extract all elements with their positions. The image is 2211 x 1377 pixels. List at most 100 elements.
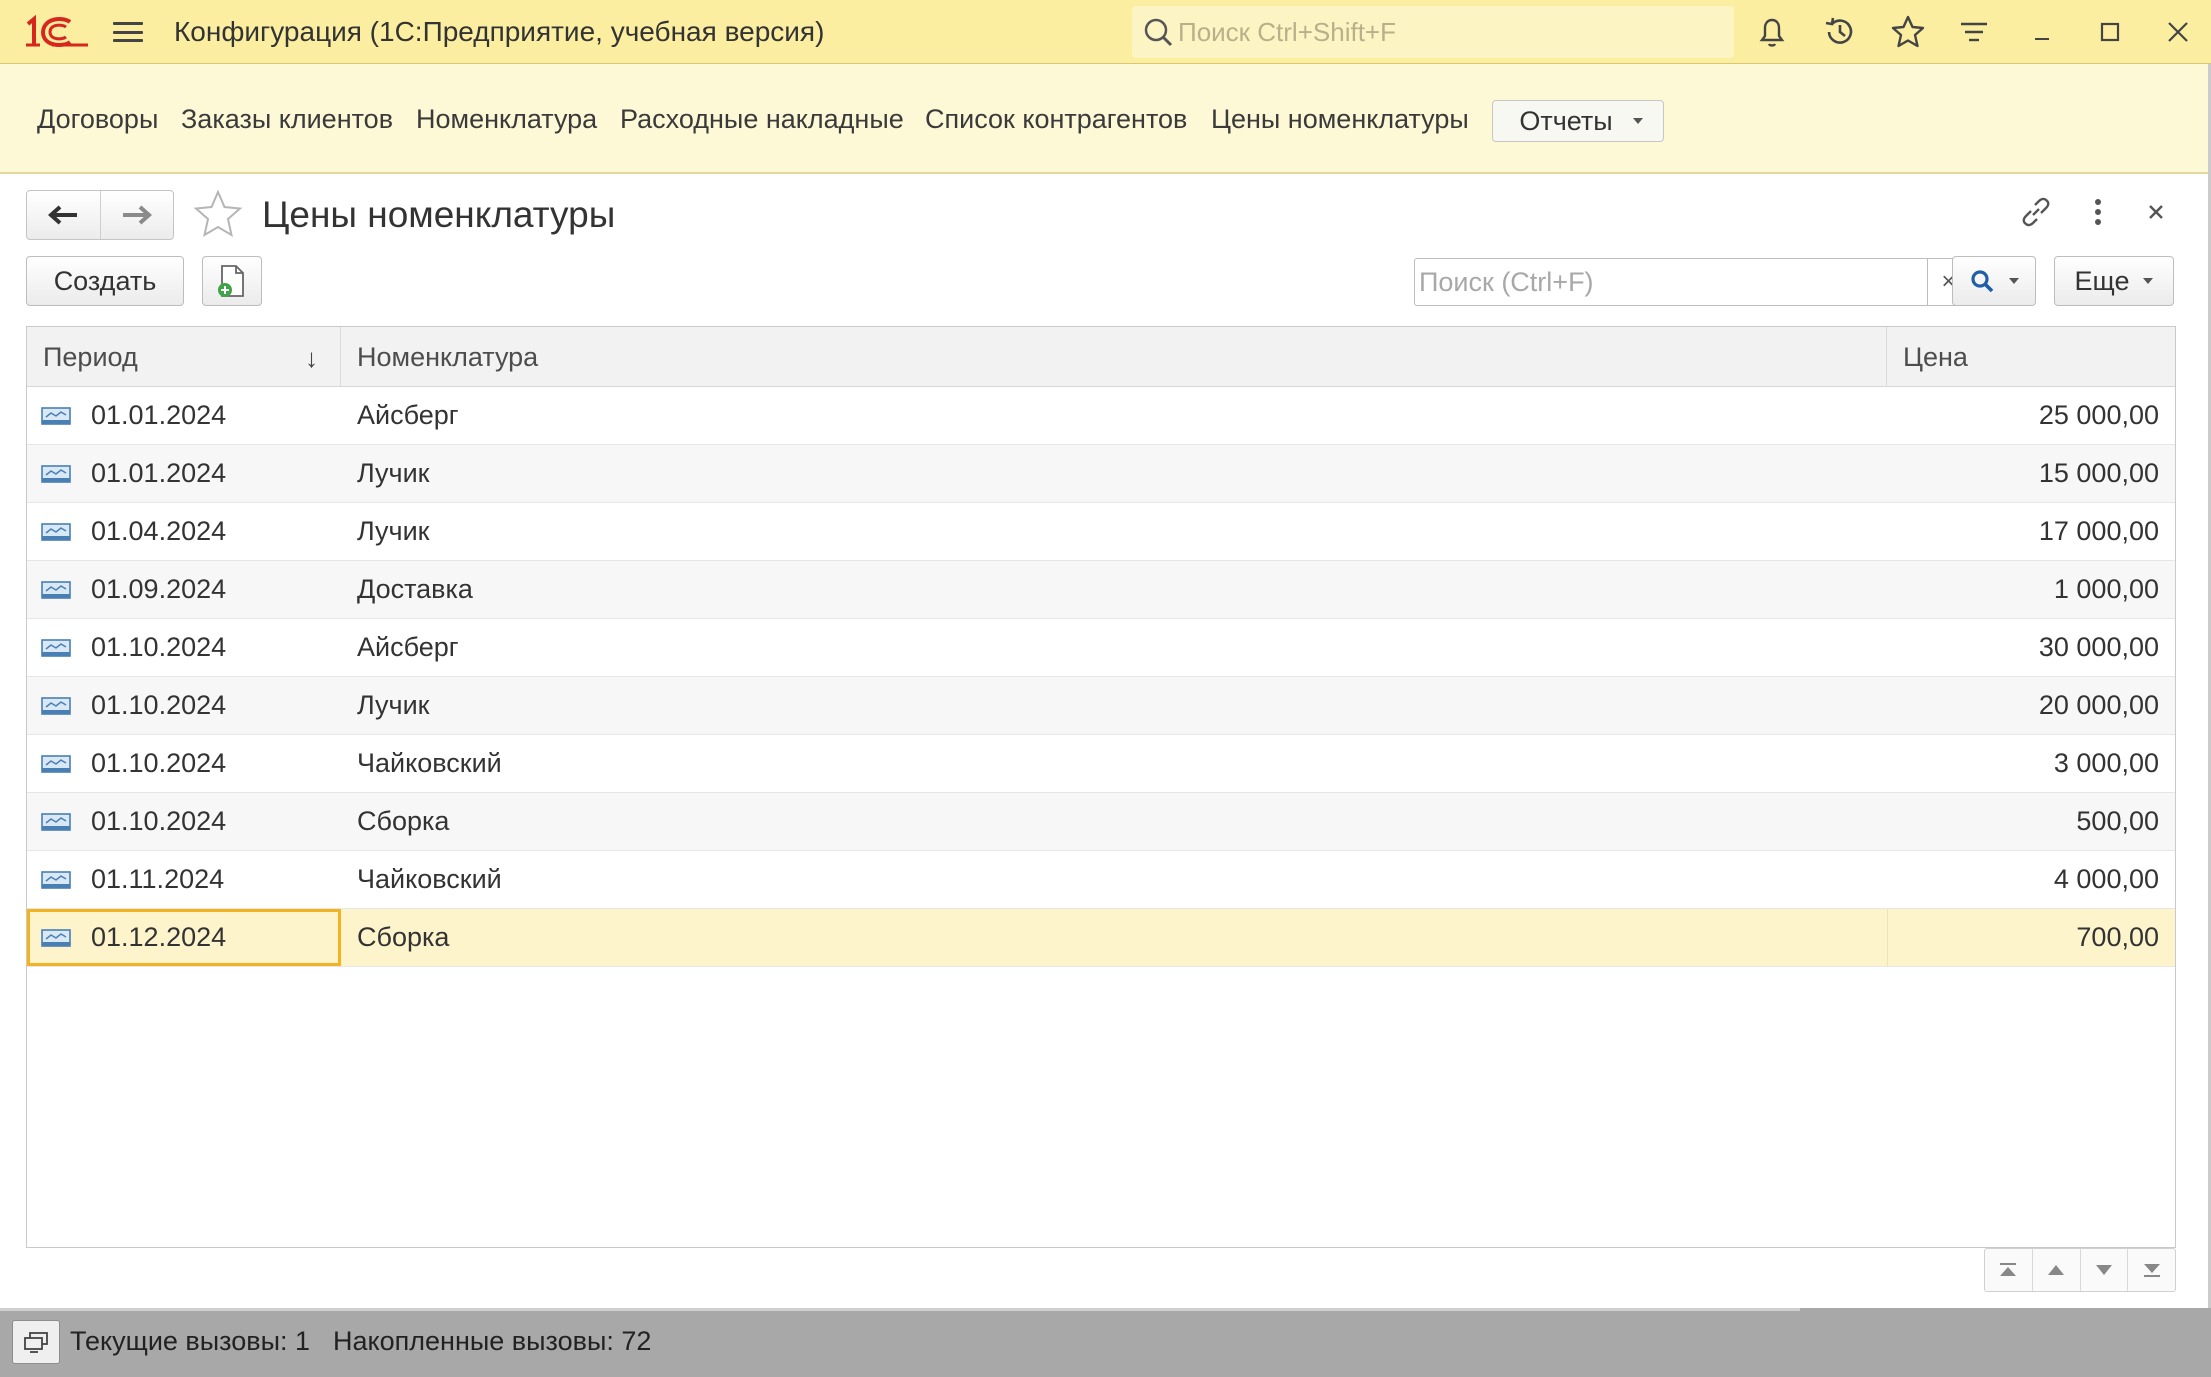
price-value: 15 000,00: [2038, 458, 2159, 488]
register-record-icon: [41, 696, 71, 715]
register-record-icon: [41, 812, 71, 831]
column-header-price[interactable]: Цена: [1887, 327, 2175, 387]
maximize-icon[interactable]: [2090, 12, 2130, 52]
close-form-icon[interactable]: [2136, 192, 2176, 232]
period-value: 01.04.2024: [91, 516, 227, 546]
section-link-item-prices[interactable]: Цены номенклатуры: [1211, 104, 1469, 135]
cell-price: 25 000,00: [1887, 387, 2175, 444]
forward-button[interactable]: [99, 191, 174, 239]
cell-price: 17 000,00: [1887, 503, 2175, 560]
cell-item: Доставка: [341, 561, 1887, 618]
section-link-orders[interactable]: Заказы клиентов: [181, 104, 393, 135]
sections-panel: Договоры Заказы клиентов Номенклатура Ра…: [0, 64, 2211, 174]
period-value: 01.10.2024: [91, 690, 227, 720]
scroll-up-button[interactable]: [2031, 1249, 2080, 1291]
chevron-down-icon: [2143, 278, 2154, 284]
table-header: Период ↓ Номенклатура Цена: [27, 327, 2175, 387]
price-value: 20 000,00: [2038, 690, 2159, 720]
list-search-field: ×: [1414, 258, 1970, 306]
cell-period: 01.12.2024: [27, 909, 341, 966]
period-value: 01.01.2024: [91, 400, 227, 430]
more-button-label: Еще: [2074, 265, 2130, 296]
favorites-star-icon[interactable]: [1888, 12, 1928, 52]
global-search[interactable]: [1132, 6, 1734, 58]
column-header-item[interactable]: Номенклатура: [341, 327, 1887, 387]
link-icon[interactable]: [2016, 192, 2056, 232]
more-vertical-icon[interactable]: [2078, 192, 2118, 232]
funnel-menu-icon[interactable]: [1954, 12, 1994, 52]
scroll-down-icon: [2095, 1265, 2112, 1275]
history-icon[interactable]: [1820, 12, 1860, 52]
price-value: 500,00: [2076, 806, 2159, 836]
global-search-input[interactable]: [1178, 16, 1718, 48]
table-row[interactable]: 01.01.2024 Айсберг 25 000,00: [27, 387, 2175, 445]
list-search-input[interactable]: [1415, 266, 1895, 298]
price-value: 700,00: [2076, 922, 2159, 952]
search-icon: [1971, 270, 1994, 293]
scroll-down-button[interactable]: [2079, 1249, 2128, 1291]
table-row[interactable]: 01.11.2024 Чайковский 4 000,00: [27, 851, 2175, 909]
cell-item: Лучик: [341, 503, 1887, 560]
table-row[interactable]: 01.09.2024 Доставка 1 000,00: [27, 561, 2175, 619]
arrow-right-icon: [122, 205, 152, 225]
price-value: 4 000,00: [2053, 864, 2159, 894]
create-button[interactable]: Создать: [26, 256, 184, 306]
scroll-to-bottom-button[interactable]: [2127, 1249, 2175, 1291]
table-row[interactable]: 01.10.2024 Чайковский 3 000,00: [27, 735, 2175, 793]
cell-price: 15 000,00: [1887, 445, 2175, 502]
register-record-icon: [41, 870, 71, 889]
item-value: Сборка: [357, 806, 450, 836]
item-value: Лучик: [357, 458, 430, 488]
register-record-icon: [41, 754, 71, 773]
cell-period: 01.09.2024: [27, 561, 341, 618]
status-divider: [0, 1308, 1800, 1311]
table-row[interactable]: 01.10.2024 Айсберг 30 000,00: [27, 619, 2175, 677]
scroll-to-top-button[interactable]: [1985, 1249, 2032, 1291]
cell-item: Сборка: [341, 793, 1887, 850]
table-row[interactable]: 01.10.2024 Сборка 500,00: [27, 793, 2175, 851]
section-link-contractors[interactable]: Список контрагентов: [925, 104, 1187, 135]
close-window-icon[interactable]: [2158, 12, 2198, 52]
register-record-icon: [41, 522, 71, 541]
cell-item: Чайковский: [341, 735, 1887, 792]
bell-icon[interactable]: [1752, 12, 1792, 52]
cell-item: Лучик: [341, 445, 1887, 502]
item-value: Лучик: [357, 516, 430, 546]
search-options-button[interactable]: [1952, 256, 2036, 306]
scroll-top-icon: [2000, 1263, 2017, 1276]
item-value: Чайковский: [357, 748, 502, 778]
back-button[interactable]: [27, 191, 100, 239]
register-record-icon: [41, 638, 71, 657]
cell-item: Сборка: [341, 909, 1887, 966]
table-row[interactable]: 01.01.2024 Лучик 15 000,00: [27, 445, 2175, 503]
table-row[interactable]: 01.04.2024 Лучик 17 000,00: [27, 503, 2175, 561]
more-button[interactable]: Еще: [2054, 256, 2174, 306]
sort-descending-icon: ↓: [305, 343, 318, 373]
search-icon: [1144, 18, 1173, 47]
table-body: 01.01.2024 Айсберг 25 000,00 01.01.2024 …: [27, 387, 2175, 967]
add-to-favorites-icon[interactable]: [192, 188, 244, 240]
register-record-icon: [41, 406, 71, 425]
section-link-items[interactable]: Номенклатура: [416, 104, 597, 135]
current-calls-text: Текущие вызовы: 1: [70, 1326, 311, 1356]
form-title: Цены номенклатуры: [262, 194, 616, 235]
section-link-contracts[interactable]: Договоры: [37, 104, 158, 135]
main-menu-icon[interactable]: [110, 16, 146, 48]
minimize-icon[interactable]: [2022, 12, 2062, 52]
reports-dropdown-button[interactable]: Отчеты: [1492, 100, 1664, 142]
item-value: Лучик: [357, 690, 430, 720]
table-row[interactable]: 01.12.2024 Сборка 700,00: [27, 909, 2175, 967]
register-record-icon: [41, 928, 71, 947]
cell-period: 01.11.2024: [27, 851, 341, 908]
copy-button[interactable]: [202, 256, 262, 306]
app-title: Конфигурация (1С:Предприятие, учебная ве…: [174, 16, 825, 47]
scroll-bottom-icon: [2143, 1264, 2160, 1277]
cell-price: 4 000,00: [1887, 851, 2175, 908]
section-link-invoices[interactable]: Расходные накладные: [620, 104, 904, 135]
cell-price: 3 000,00: [1887, 735, 2175, 792]
cell-period: 01.04.2024: [27, 503, 341, 560]
table-row[interactable]: 01.10.2024 Лучик 20 000,00: [27, 677, 2175, 735]
navigation-buttons: [26, 190, 174, 240]
column-header-period[interactable]: Период ↓: [27, 327, 341, 387]
windows-icon[interactable]: [12, 1320, 60, 1364]
